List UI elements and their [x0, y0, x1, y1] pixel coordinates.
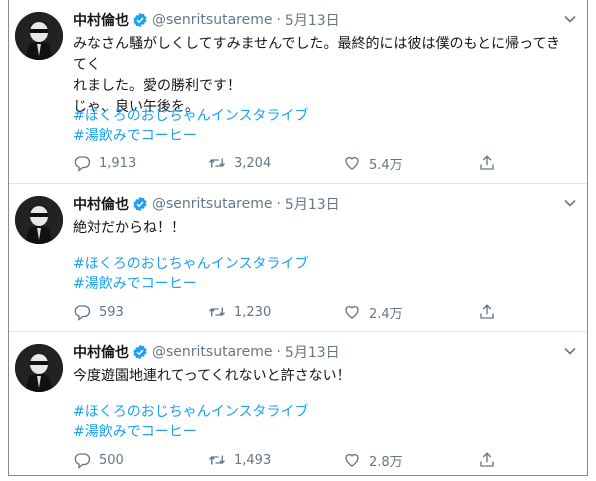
tweet-actions: 1,913 3,204 5.4万: [73, 153, 513, 173]
display-name[interactable]: 中村倫也: [73, 10, 129, 30]
timestamp[interactable]: 5月13日: [285, 194, 340, 214]
timeline: 中村倫也 @senritsutareme · 5月13日 みなさん騒がしくしてす…: [8, 0, 588, 476]
like-button[interactable]: 5.4万: [343, 154, 478, 173]
avatar[interactable]: [15, 12, 63, 60]
verified-icon: [133, 344, 147, 360]
like-count: 2.8万: [369, 454, 403, 470]
tweet-actions: 593 1,230 2.4万: [73, 302, 513, 322]
tweet-text: 絶対だからね！！: [73, 218, 573, 239]
tweet-text-line: 今度遊園地連れてってくれないと許さない！: [73, 368, 351, 384]
tweet[interactable]: 中村倫也 @senritsutareme · 5月13日 みなさん騒がしくしてす…: [9, 0, 587, 184]
tweet-text-line: れました。愛の勝利です！: [73, 78, 241, 94]
avatar[interactable]: [15, 196, 63, 244]
hashtags: #ほくろのおじちゃんインスタライブ #湯飲みでコーヒー: [73, 106, 573, 146]
retweet-icon: [209, 158, 225, 168]
like-count: 2.4万: [369, 306, 403, 322]
hashtags: #ほくろのおじちゃんインスタライブ #湯飲みでコーヒー: [73, 254, 573, 294]
share-icon: [480, 304, 494, 319]
avatar[interactable]: [15, 344, 63, 392]
hashtags: #ほくろのおじちゃんインスタライブ #湯飲みでコーヒー: [73, 402, 573, 442]
retweet-button[interactable]: 1,230: [208, 303, 343, 321]
hashtag-link[interactable]: #ほくろのおじちゃんインスタライブ: [73, 402, 573, 422]
like-icon: [345, 156, 359, 170]
reply-button[interactable]: 1,913: [73, 154, 208, 172]
verified-icon: [133, 12, 147, 28]
retweet-icon: [209, 307, 225, 317]
handle[interactable]: @senritsutareme: [152, 12, 272, 28]
hashtag-link[interactable]: #ほくろのおじちゃんインスタライブ: [73, 106, 573, 126]
chevron-down-icon[interactable]: [563, 196, 577, 210]
reply-count: 500: [99, 452, 124, 468]
share-button[interactable]: [478, 303, 498, 321]
hashtag-link[interactable]: #湯飲みでコーヒー: [73, 422, 573, 442]
chevron-down-icon[interactable]: [563, 12, 577, 26]
reply-icon: [74, 305, 91, 321]
share-button[interactable]: [478, 154, 498, 172]
retweet-count: 1,230: [234, 304, 272, 320]
tweet[interactable]: 中村倫也 @senritsutareme · 5月13日 絶対だからね！！ #ほ…: [9, 184, 587, 332]
handle[interactable]: @senritsutareme: [152, 344, 272, 360]
retweet-count: 1,493: [234, 452, 272, 468]
like-icon: [345, 453, 359, 467]
tweet-text-line: みなさん騒がしくしてすみませんでした。最終的には彼は僕のもとに帰ってきてく: [73, 36, 561, 73]
share-icon: [480, 155, 494, 170]
retweet-count: 3,204: [234, 155, 272, 171]
chevron-down-icon[interactable]: [563, 344, 577, 358]
timestamp[interactable]: 5月13日: [285, 10, 340, 30]
hashtag-link[interactable]: #湯飲みでコーヒー: [73, 274, 573, 294]
tweet-text-line: 絶対だからね！！: [73, 220, 185, 236]
retweet-button[interactable]: 1,493: [208, 451, 343, 469]
handle[interactable]: @senritsutareme: [152, 196, 272, 212]
display-name[interactable]: 中村倫也: [73, 194, 129, 214]
tweet-actions: 500 1,493 2.8万: [73, 450, 513, 470]
separator-dot: ·: [276, 196, 281, 212]
hashtag-link[interactable]: #湯飲みでコーヒー: [73, 126, 573, 146]
like-icon: [345, 305, 359, 319]
reply-count: 1,913: [99, 155, 137, 171]
share-icon: [480, 452, 494, 467]
reply-button[interactable]: 593: [73, 303, 208, 321]
separator-dot: ·: [276, 344, 281, 360]
reply-count: 593: [99, 304, 124, 320]
reply-icon: [74, 156, 91, 172]
separator-dot: ·: [276, 12, 281, 28]
hashtag-link[interactable]: #ほくろのおじちゃんインスタライブ: [73, 254, 573, 274]
reply-icon: [74, 453, 91, 469]
retweet-button[interactable]: 3,204: [208, 154, 343, 172]
retweet-icon: [209, 455, 225, 465]
tweet-text: 今度遊園地連れてってくれないと許さない！: [73, 366, 573, 387]
share-button[interactable]: [478, 451, 498, 469]
like-button[interactable]: 2.4万: [343, 303, 478, 322]
like-button[interactable]: 2.8万: [343, 451, 478, 470]
reply-button[interactable]: 500: [73, 451, 208, 469]
timestamp[interactable]: 5月13日: [285, 342, 340, 362]
tweet[interactable]: 中村倫也 @senritsutareme · 5月13日 今度遊園地連れてってく…: [9, 332, 587, 476]
verified-icon: [133, 196, 147, 212]
display-name[interactable]: 中村倫也: [73, 342, 129, 362]
like-count: 5.4万: [369, 157, 403, 173]
